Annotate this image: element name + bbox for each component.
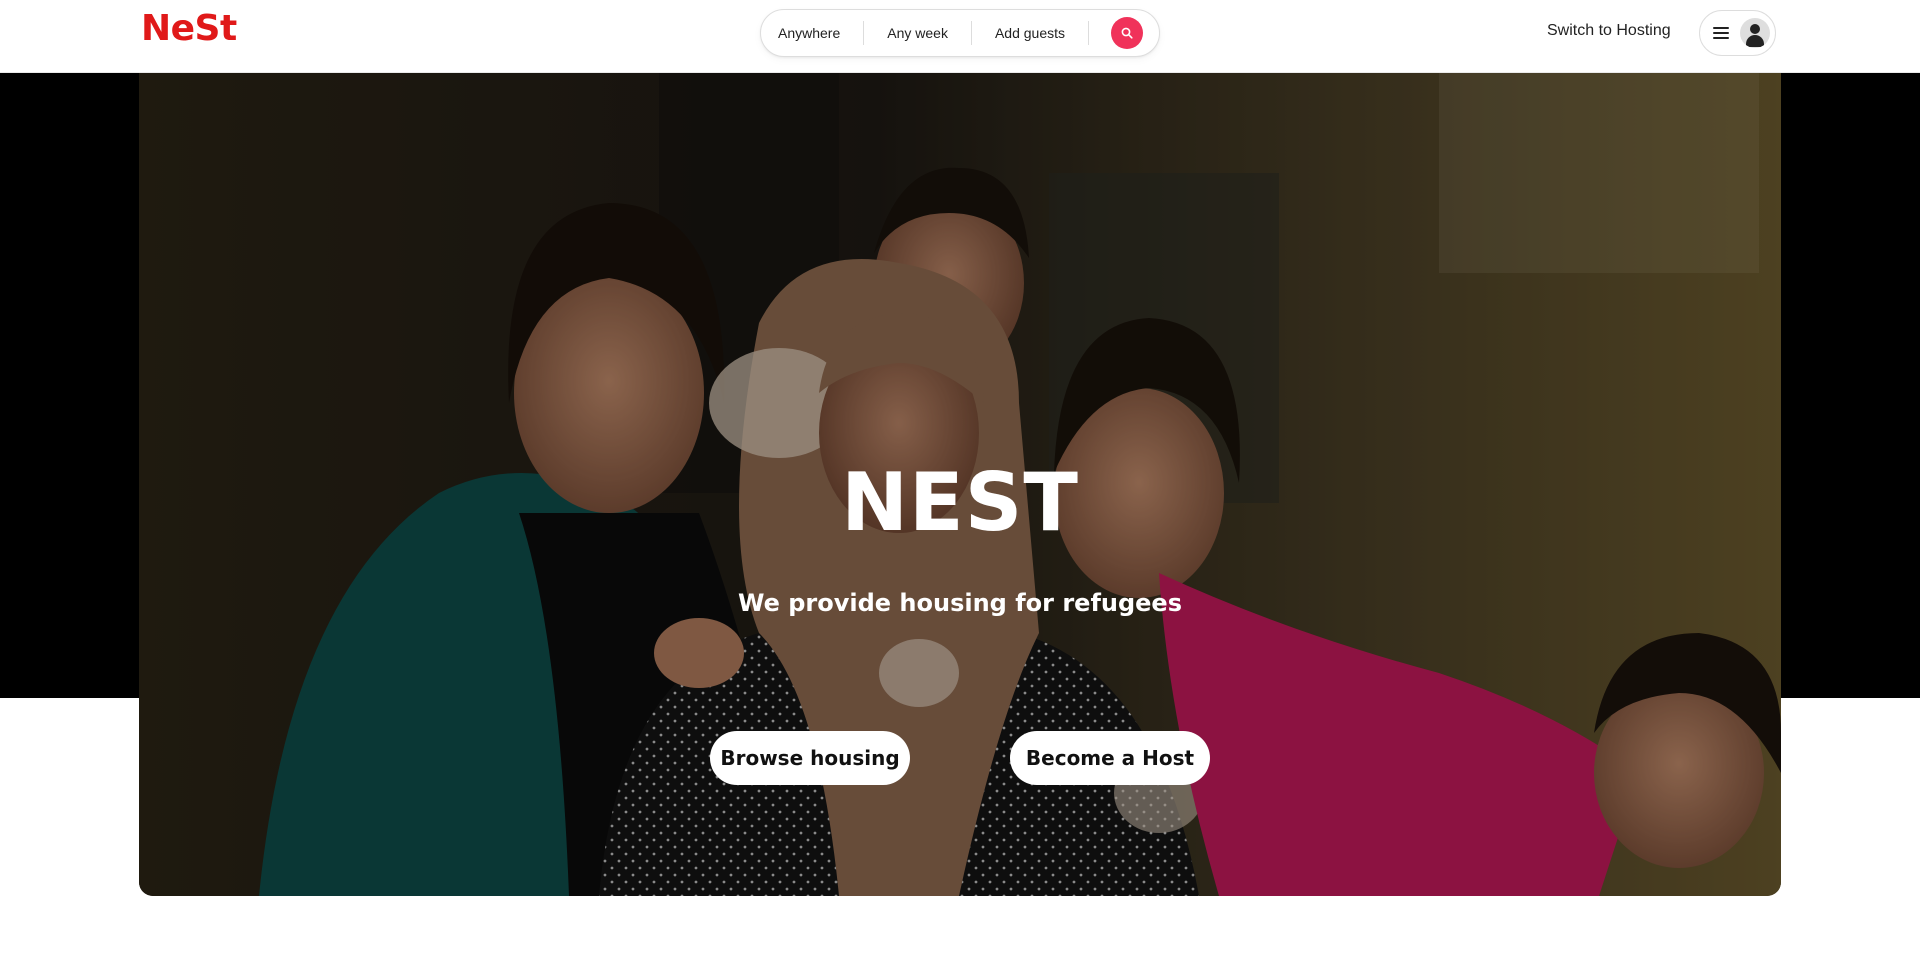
hero-subtitle: We provide housing for refugees [737, 589, 1182, 617]
search-where-field[interactable]: Anywhere [761, 22, 863, 44]
user-avatar-icon [1740, 18, 1770, 48]
become-host-button[interactable]: Become a Host [1010, 731, 1210, 785]
top-navbar: NeSt Anywhere Any week Add guests Switch… [0, 0, 1920, 73]
search-icon [1121, 27, 1133, 39]
hero-banner: NEST We provide housing for refugees Bro… [139, 73, 1781, 896]
hamburger-menu-icon [1713, 27, 1729, 39]
nest-logo[interactable]: NeSt [141, 8, 237, 49]
search-bar[interactable]: Anywhere Any week Add guests [760, 9, 1160, 57]
browse-housing-button[interactable]: Browse housing [710, 731, 910, 785]
switch-to-hosting-link[interactable]: Switch to Hosting [1547, 22, 1671, 40]
search-button[interactable] [1111, 17, 1144, 49]
search-guests-field[interactable]: Add guests [972, 22, 1088, 44]
search-when-field[interactable]: Any week [864, 22, 971, 44]
search-divider [1088, 21, 1090, 45]
hero-title: NEST [841, 456, 1079, 549]
user-menu-button[interactable] [1699, 10, 1776, 56]
